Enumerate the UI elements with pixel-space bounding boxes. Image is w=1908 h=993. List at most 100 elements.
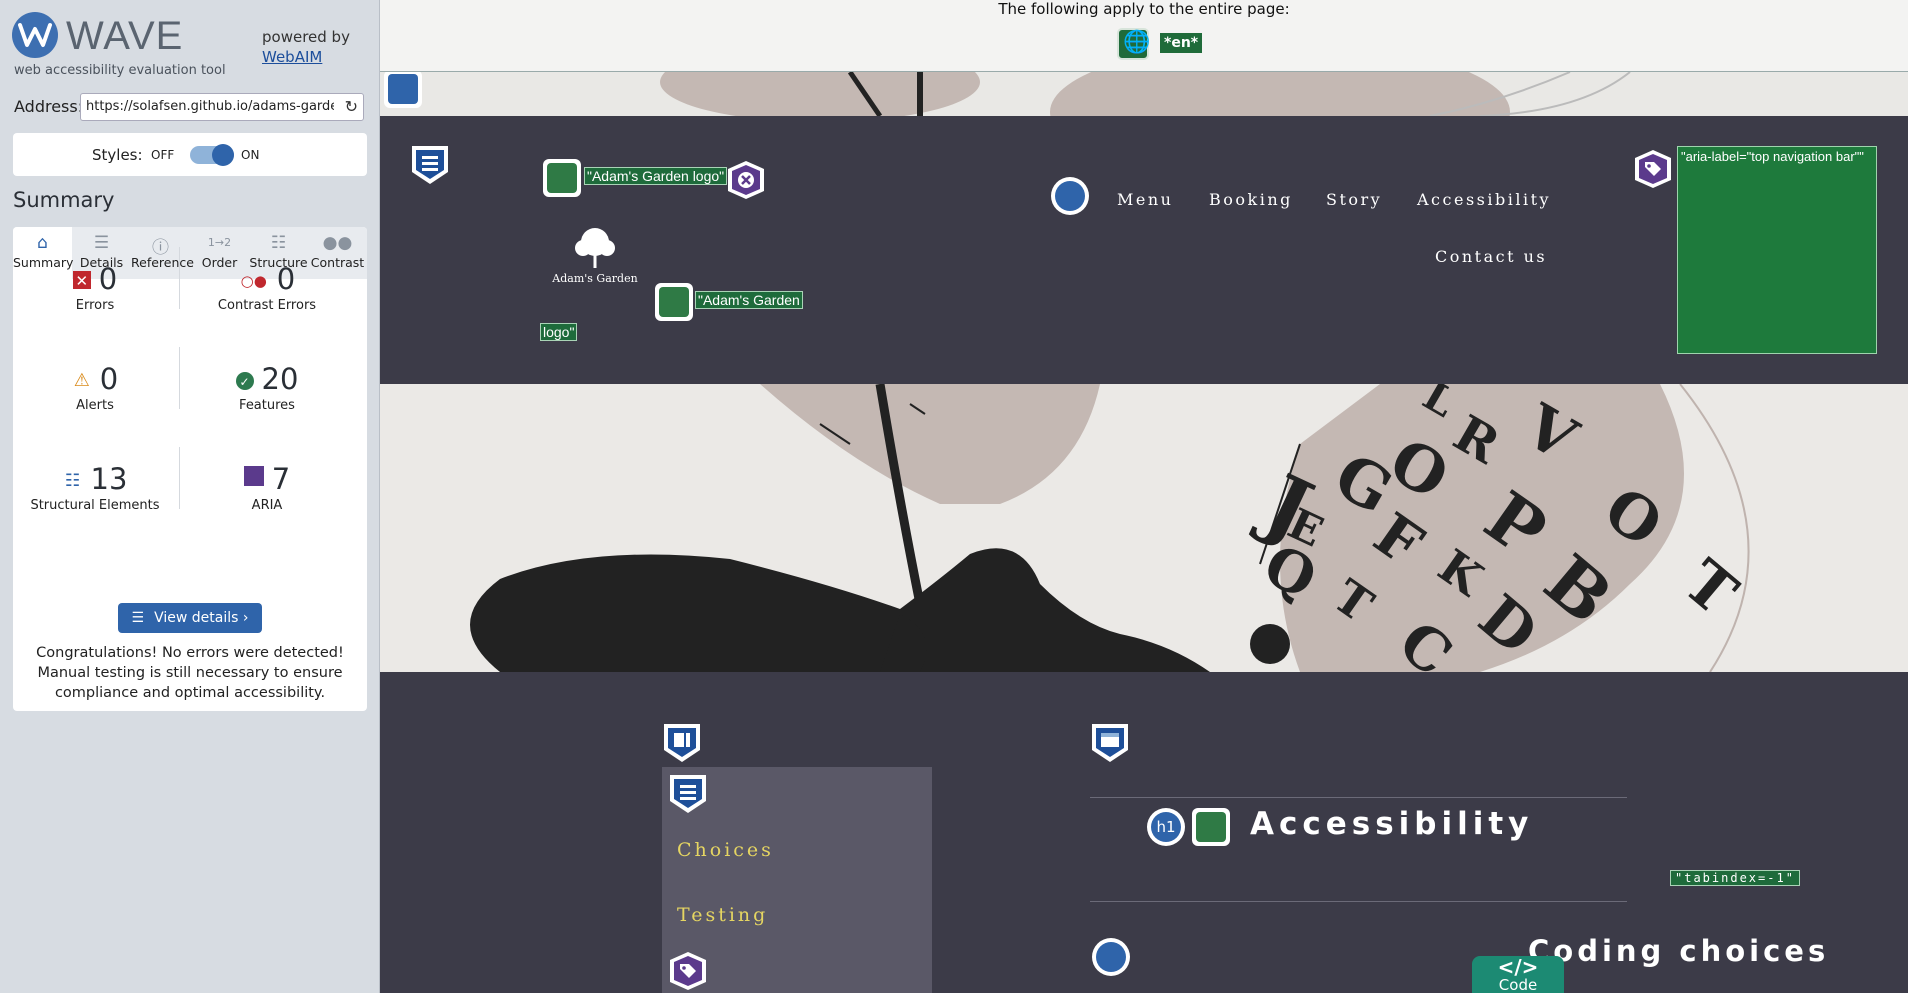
hero-illustration: J G O R L V Q E F K T P B D C O T bbox=[470, 384, 1750, 672]
skip-link-target-icon[interactable] bbox=[1192, 808, 1230, 846]
language-globe-icon[interactable]: 🌐 bbox=[1117, 28, 1150, 60]
logo-caption: Adam's Garden bbox=[552, 272, 638, 285]
summary-panel: ⌂ Summary ☰ Details ⓘ Reference 1→2 Orde… bbox=[13, 227, 367, 711]
features-stat[interactable]: ✓ 20 Features bbox=[187, 362, 347, 413]
site-header: "Adam's Garden logo" Adam's Garden "Adam… bbox=[380, 116, 1908, 384]
code-tab-label: Code bbox=[1498, 976, 1538, 993]
home-icon: ⌂ bbox=[37, 233, 48, 253]
styles-on-label: ON bbox=[241, 148, 260, 162]
view-details-button[interactable]: ☰ View details › bbox=[118, 603, 262, 633]
toggle-knob bbox=[212, 144, 234, 166]
errors-label: Errors bbox=[75, 298, 115, 313]
side-item-testing[interactable]: Testing bbox=[677, 904, 768, 926]
alerts-stat[interactable]: ⚠ 0 Alerts bbox=[15, 362, 175, 413]
structure-tree-icon: ☷ bbox=[64, 471, 81, 491]
structural-count: 13 bbox=[90, 462, 128, 496]
nav-accessibility[interactable]: Accessibility bbox=[1417, 190, 1551, 209]
congrats-message: Congratulations! No errors were detected… bbox=[36, 645, 344, 701]
aria-hidden-icon[interactable] bbox=[726, 159, 766, 201]
h1-badge-icon[interactable]: h1 bbox=[1147, 808, 1185, 846]
aria-label-box: "aria-label="top navigation bar"" bbox=[1677, 146, 1877, 354]
contrast-icon: ●● bbox=[322, 233, 353, 253]
alerts-label: Alerts bbox=[76, 398, 114, 413]
order-icon: 1→2 bbox=[207, 236, 232, 249]
powered-by-text: powered by bbox=[262, 28, 350, 46]
page-level-bar: The following apply to the entire page: … bbox=[380, 0, 1908, 72]
view-details-label: View details › bbox=[154, 610, 249, 626]
contrast-errors-count: 0 bbox=[276, 262, 296, 296]
nav-story[interactable]: Story bbox=[1326, 190, 1382, 209]
hero-artwork: J G O R L V Q E F K T P B D C O T bbox=[380, 384, 1908, 672]
stat-divider bbox=[179, 447, 180, 509]
banner-art-top bbox=[380, 72, 1908, 116]
page-heading: Accessibility bbox=[1250, 806, 1534, 842]
divider bbox=[1090, 901, 1627, 902]
section-heading: Coding choices bbox=[1528, 934, 1830, 968]
aside-landmark-icon[interactable] bbox=[662, 722, 702, 764]
tree-icon bbox=[575, 228, 615, 268]
webaim-link[interactable]: WebAIM bbox=[262, 48, 322, 66]
nav-contact-us[interactable]: Contact us bbox=[1435, 247, 1547, 266]
structural-label: Structural Elements bbox=[30, 498, 160, 513]
features-label: Features bbox=[239, 398, 295, 413]
aria-stat[interactable]: 7 ARIA bbox=[187, 462, 347, 513]
address-label: Address: bbox=[14, 97, 84, 116]
contrast-error-icon: ○● bbox=[240, 272, 267, 290]
wave-sidebar: WAVE web accessibility evaluation tool p… bbox=[0, 0, 380, 993]
tabindex-tag: "tabindex=-1" bbox=[1670, 870, 1800, 886]
aria-label-tag-icon[interactable] bbox=[1633, 148, 1673, 190]
h1-badge-label: h1 bbox=[1151, 812, 1181, 842]
stat-divider bbox=[179, 347, 180, 409]
image-alt-icon[interactable] bbox=[543, 159, 581, 197]
errors-count: 0 bbox=[98, 262, 118, 296]
header-landmark-shield-icon[interactable] bbox=[410, 144, 450, 186]
wave-tagline: web accessibility evaluation tool bbox=[14, 63, 226, 78]
alert-icon: ⚠ bbox=[73, 370, 90, 391]
structural-stat[interactable]: ☷ 13 Structural Elements bbox=[15, 462, 175, 513]
address-value[interactable]: https://solafsen.github.io/adams-garden- bbox=[86, 99, 334, 114]
h2-badge-icon[interactable] bbox=[1092, 938, 1130, 976]
contrast-errors-label: Contrast Errors bbox=[217, 298, 317, 313]
stat-divider bbox=[179, 247, 180, 309]
adams-garden-logo[interactable]: Adam's Garden bbox=[550, 224, 640, 285]
list-landmark-icon[interactable] bbox=[668, 773, 708, 815]
alerts-count: 0 bbox=[99, 362, 119, 396]
wave-logo-icon bbox=[12, 12, 58, 58]
logo-alt-text-2b: logo" bbox=[540, 323, 578, 341]
wave-brand: WAVE bbox=[66, 14, 184, 58]
aria-tag-icon[interactable] bbox=[668, 950, 708, 992]
evaluated-page: The following apply to the entire page: … bbox=[380, 0, 1908, 993]
navigation-list-icon[interactable] bbox=[1051, 177, 1089, 215]
refresh-icon[interactable]: ↻ bbox=[345, 97, 358, 116]
info-icon: ⓘ bbox=[152, 238, 169, 258]
logo-alt-text: "Adam's Garden logo" bbox=[584, 167, 728, 185]
check-icon: ✓ bbox=[235, 372, 254, 390]
divider bbox=[1090, 797, 1627, 798]
landmark-icon[interactable] bbox=[384, 72, 422, 108]
list-icon: ☰ bbox=[93, 233, 110, 253]
errors-stat[interactable]: ✕ 0 Errors bbox=[15, 262, 175, 313]
logo-alt-text-2a: "Adam's Garden bbox=[695, 291, 803, 309]
summary-heading: Summary bbox=[13, 188, 115, 212]
styles-toggle[interactable] bbox=[190, 144, 234, 166]
side-item-choices[interactable]: Choices bbox=[677, 839, 774, 861]
image-alt-icon[interactable] bbox=[655, 283, 693, 321]
wave-logo[interactable]: WAVE web accessibility evaluation tool p… bbox=[12, 12, 372, 78]
language-tag: *en* bbox=[1160, 33, 1203, 53]
aria-label-text: "aria-label="top navigation bar"" bbox=[1681, 149, 1864, 164]
nav-menu[interactable]: Menu bbox=[1117, 190, 1173, 209]
list-icon: ☰ bbox=[131, 610, 145, 626]
main-landmark-icon[interactable] bbox=[1090, 722, 1130, 764]
code-panel-toggle[interactable]: </> Code bbox=[1472, 956, 1564, 993]
styles-toggle-box: Styles: OFF ON bbox=[13, 133, 367, 176]
features-count: 20 bbox=[261, 362, 299, 396]
aria-cube-icon bbox=[243, 466, 264, 486]
contrast-errors-stat[interactable]: ○● 0 Contrast Errors bbox=[187, 262, 347, 313]
apply-text: The following apply to the entire page: bbox=[998, 0, 1290, 18]
error-icon: ✕ bbox=[72, 271, 91, 290]
aria-count: 7 bbox=[271, 462, 291, 496]
nav-booking[interactable]: Booking bbox=[1209, 190, 1293, 209]
structure-icon: ☷ bbox=[270, 233, 287, 253]
styles-label: Styles: bbox=[92, 146, 143, 164]
address-field[interactable]: https://solafsen.github.io/adams-garden-… bbox=[80, 93, 364, 121]
